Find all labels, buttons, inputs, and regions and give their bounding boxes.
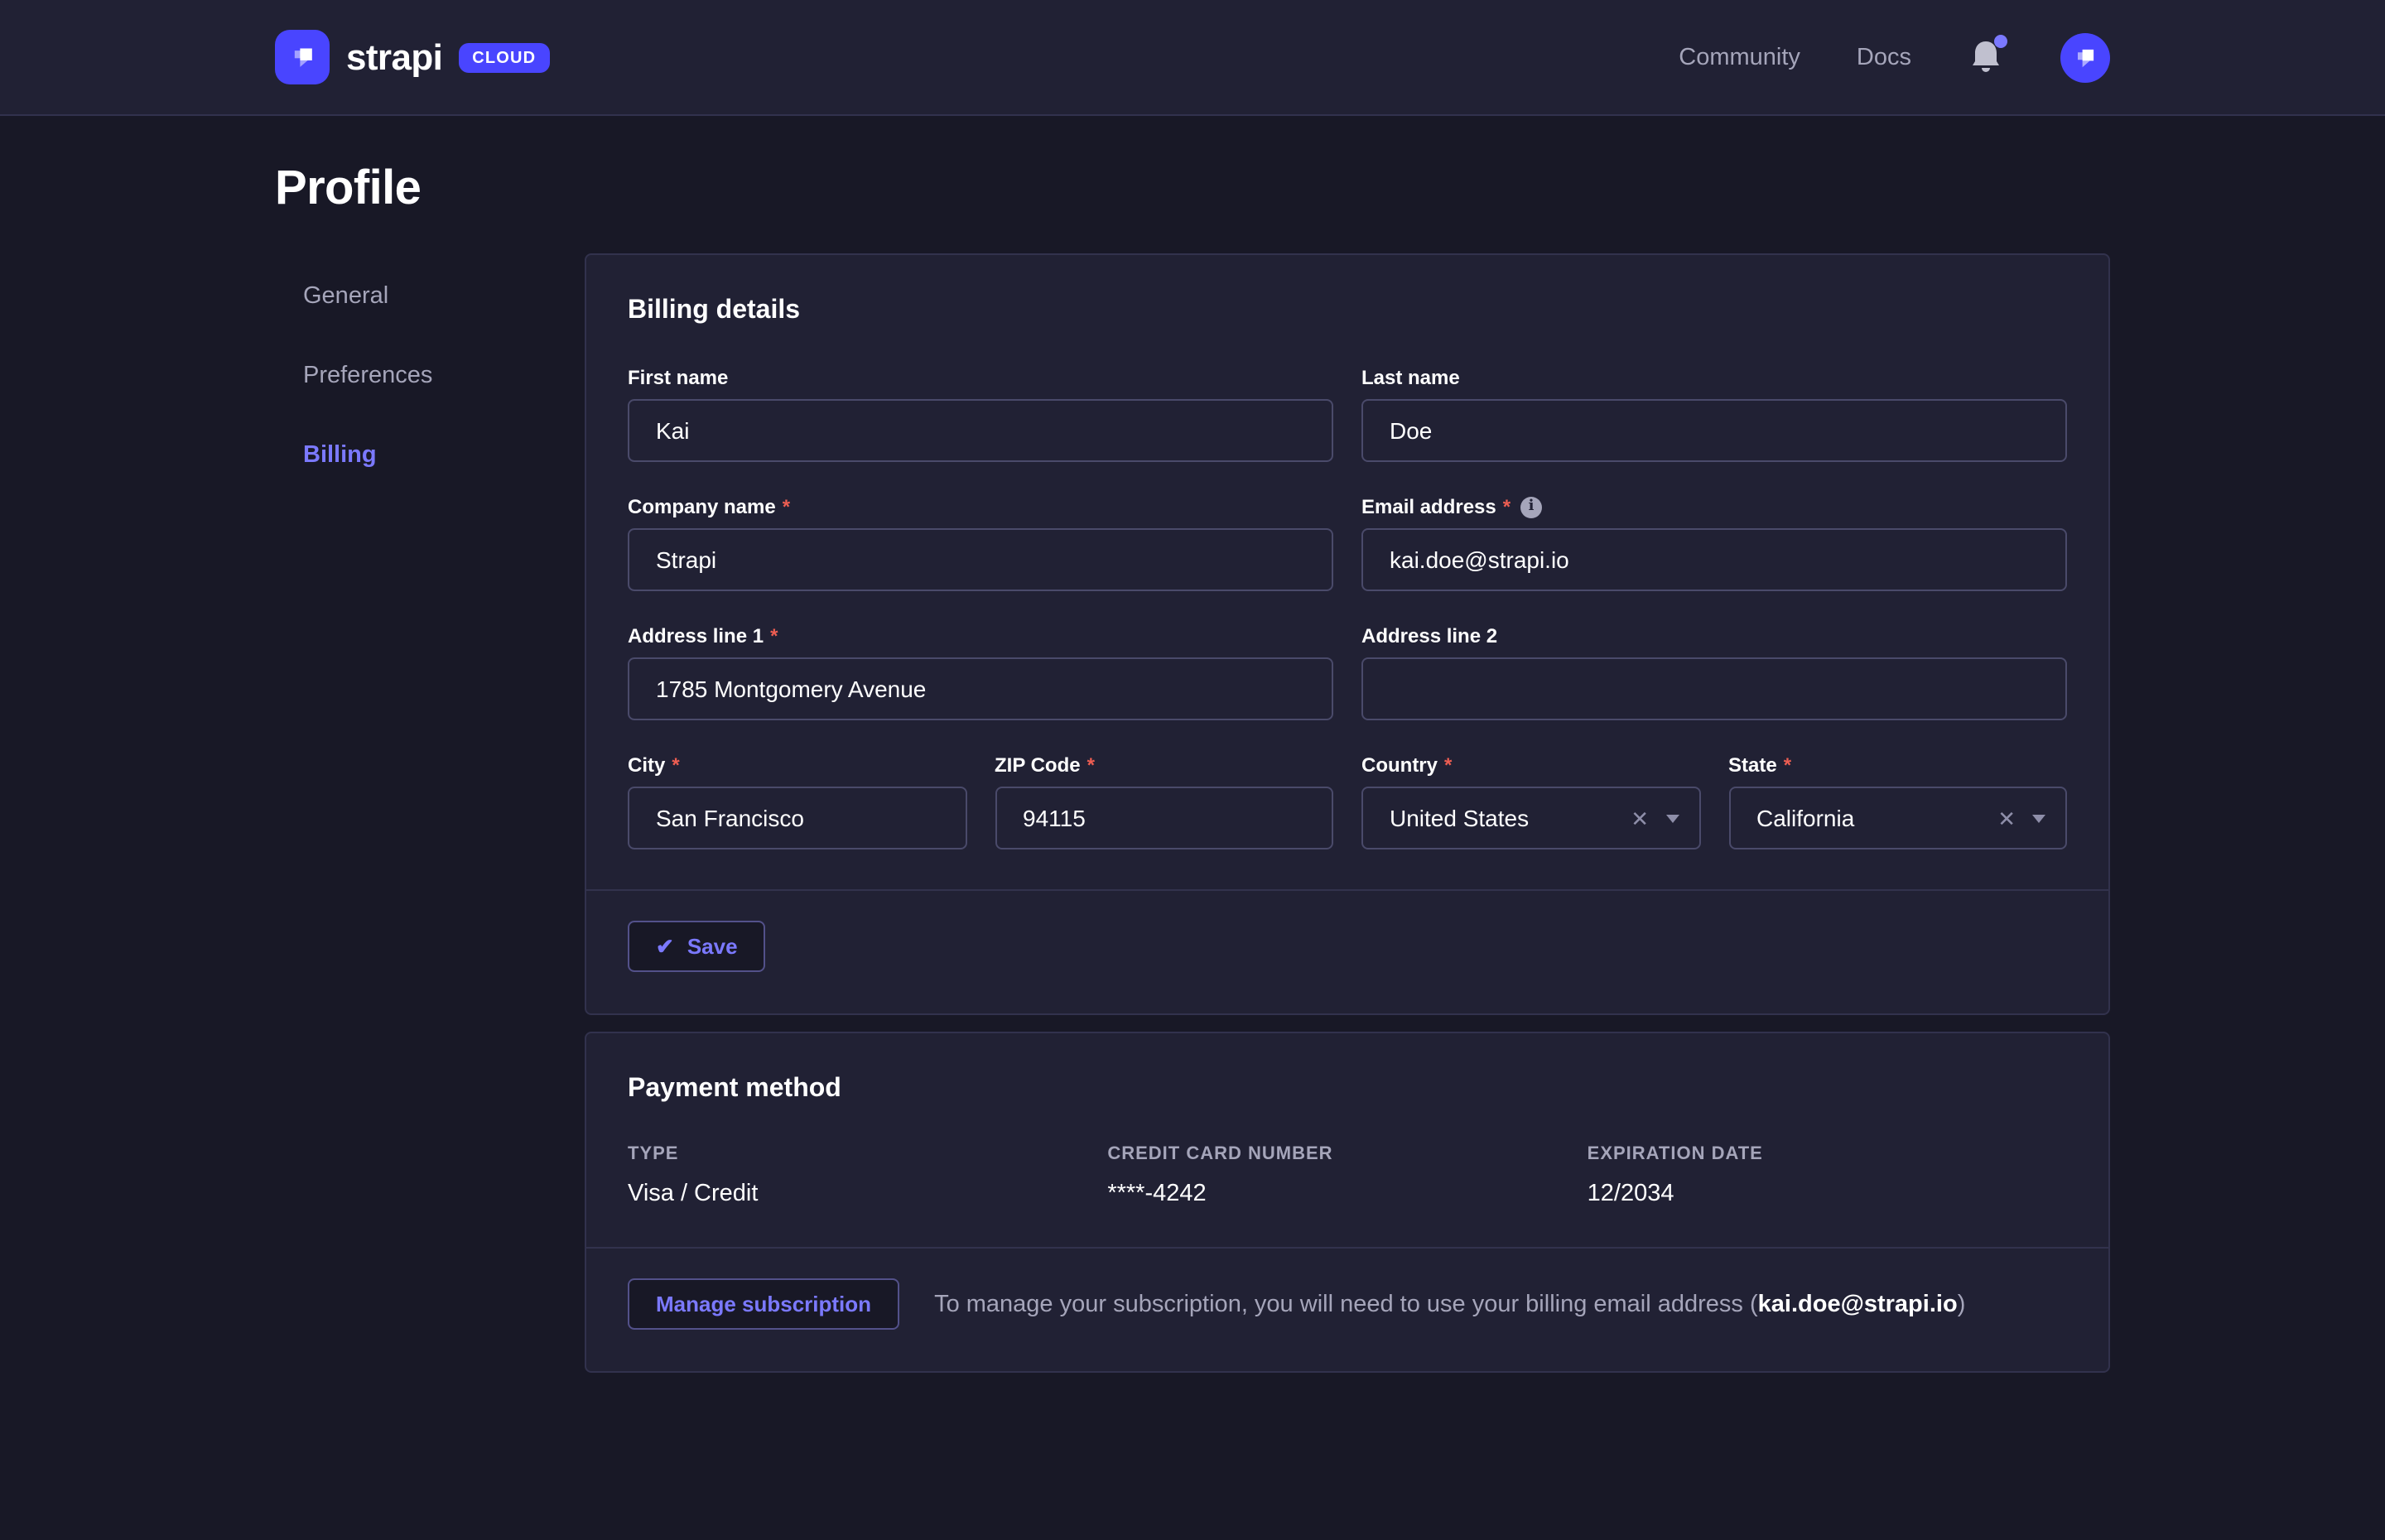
expiration-header: EXPIRATION DATE bbox=[1588, 1144, 2067, 1164]
payment-method-card: Payment method TYPE Visa / Credit CREDIT… bbox=[585, 1032, 2110, 1373]
cloud-badge: CLOUD bbox=[459, 42, 549, 72]
sidebar-item-billing[interactable]: Billing bbox=[303, 442, 585, 469]
chevron-down-icon[interactable] bbox=[1665, 814, 1679, 822]
manage-subscription-label: Manage subscription bbox=[656, 1292, 871, 1316]
address-line-2-input[interactable] bbox=[1361, 657, 2067, 720]
billing-details-title: Billing details bbox=[628, 296, 2067, 326]
payment-info-table: TYPE Visa / Credit CREDIT CARD NUMBER **… bbox=[628, 1144, 2067, 1207]
notification-dot bbox=[1994, 34, 2007, 47]
field-zip-code: ZIP Code* bbox=[995, 753, 1333, 849]
sidebar-item-preferences[interactable]: Preferences bbox=[303, 363, 585, 389]
country-value: United States bbox=[1390, 805, 1614, 831]
save-button[interactable]: ✔ Save bbox=[628, 921, 766, 972]
page-title: Profile bbox=[275, 162, 2110, 217]
page-content: Profile General Preferences Billing Bill… bbox=[0, 116, 2385, 1389]
info-icon[interactable]: i bbox=[1520, 496, 1542, 517]
field-first-name: First name bbox=[628, 366, 1333, 462]
field-email-address: Email address* i bbox=[1361, 495, 2067, 591]
billing-details-card: Billing details First name Last name bbox=[585, 253, 2110, 1015]
required-asterisk: * bbox=[770, 624, 778, 647]
check-icon: ✔ bbox=[656, 933, 674, 960]
payment-col-type: TYPE Visa / Credit bbox=[628, 1144, 1107, 1207]
required-asterisk: * bbox=[783, 495, 790, 518]
brand-name: strapi bbox=[346, 36, 442, 79]
zip-code-label: ZIP Code* bbox=[995, 753, 1333, 777]
country-combobox[interactable]: United States ✕ bbox=[1361, 787, 1700, 849]
last-name-input[interactable] bbox=[1361, 399, 2067, 462]
address-line-2-label: Address line 2 bbox=[1361, 624, 2067, 647]
company-name-input[interactable] bbox=[628, 528, 1333, 591]
field-address-line-1: Address line 1* bbox=[628, 624, 1333, 720]
zip-code-input[interactable] bbox=[995, 787, 1333, 849]
clear-icon[interactable]: ✕ bbox=[1997, 807, 2016, 829]
billing-email: kai.doe@strapi.io bbox=[1758, 1291, 1958, 1317]
save-button-label: Save bbox=[687, 934, 738, 959]
required-asterisk: * bbox=[1444, 753, 1452, 777]
type-header: TYPE bbox=[628, 1144, 1107, 1164]
address-line-1-input[interactable] bbox=[628, 657, 1333, 720]
first-name-input[interactable] bbox=[628, 399, 1333, 462]
payment-col-card-number: CREDIT CARD NUMBER ****-4242 bbox=[1107, 1144, 1587, 1207]
last-name-label: Last name bbox=[1361, 366, 2067, 389]
field-last-name: Last name bbox=[1361, 366, 2067, 462]
required-asterisk: * bbox=[1784, 753, 1791, 777]
notifications-bell-icon[interactable] bbox=[1968, 37, 2004, 77]
field-state: State* California ✕ bbox=[1728, 753, 2067, 849]
card-number-value: ****-4242 bbox=[1107, 1181, 1587, 1207]
field-country: Country* United States ✕ bbox=[1361, 753, 1700, 849]
top-navbar: strapi CLOUD Community Docs bbox=[0, 0, 2385, 116]
state-label: State* bbox=[1728, 753, 2067, 777]
city-input[interactable] bbox=[628, 787, 966, 849]
strapi-logo[interactable]: strapi CLOUD bbox=[275, 30, 549, 84]
card-number-header: CREDIT CARD NUMBER bbox=[1107, 1144, 1587, 1164]
card-divider bbox=[586, 889, 2108, 891]
billing-email-note: To manage your subscription, you will ne… bbox=[934, 1291, 1965, 1317]
city-label: City* bbox=[628, 753, 966, 777]
required-asterisk: * bbox=[672, 753, 679, 777]
nav-link-community[interactable]: Community bbox=[1679, 44, 1800, 70]
payment-method-title: Payment method bbox=[628, 1075, 2067, 1104]
manage-subscription-button[interactable]: Manage subscription bbox=[628, 1278, 899, 1330]
app-screen: strapi CLOUD Community Docs bbox=[0, 0, 2385, 1540]
email-address-input[interactable] bbox=[1361, 528, 2067, 591]
company-name-label: Company name* bbox=[628, 495, 1333, 518]
field-city: City* bbox=[628, 753, 966, 849]
expiration-value: 12/2034 bbox=[1588, 1181, 2067, 1207]
payment-col-expiration: EXPIRATION DATE 12/2034 bbox=[1588, 1144, 2067, 1207]
clear-icon[interactable]: ✕ bbox=[1631, 807, 1649, 829]
first-name-label: First name bbox=[628, 366, 1333, 389]
state-value: California bbox=[1756, 805, 1981, 831]
address-line-1-label: Address line 1* bbox=[628, 624, 1333, 647]
strapi-logo-icon bbox=[275, 30, 330, 84]
state-combobox[interactable]: California ✕ bbox=[1728, 787, 2067, 849]
type-value: Visa / Credit bbox=[628, 1181, 1107, 1207]
card-divider bbox=[586, 1247, 2108, 1249]
email-address-label: Email address* i bbox=[1361, 495, 2067, 518]
required-asterisk: * bbox=[1503, 495, 1510, 518]
country-label: Country* bbox=[1361, 753, 1700, 777]
chevron-down-icon[interactable] bbox=[2032, 814, 2045, 822]
user-avatar[interactable] bbox=[2060, 32, 2110, 82]
required-asterisk: * bbox=[1087, 753, 1095, 777]
field-address-line-2: Address line 2 bbox=[1361, 624, 2067, 720]
profile-sidebar: General Preferences Billing bbox=[275, 253, 585, 1389]
field-company-name: Company name* bbox=[628, 495, 1333, 591]
nav-link-docs[interactable]: Docs bbox=[1857, 44, 1911, 70]
sidebar-item-general[interactable]: General bbox=[303, 283, 585, 310]
nav-right: Community Docs bbox=[1679, 32, 2110, 82]
